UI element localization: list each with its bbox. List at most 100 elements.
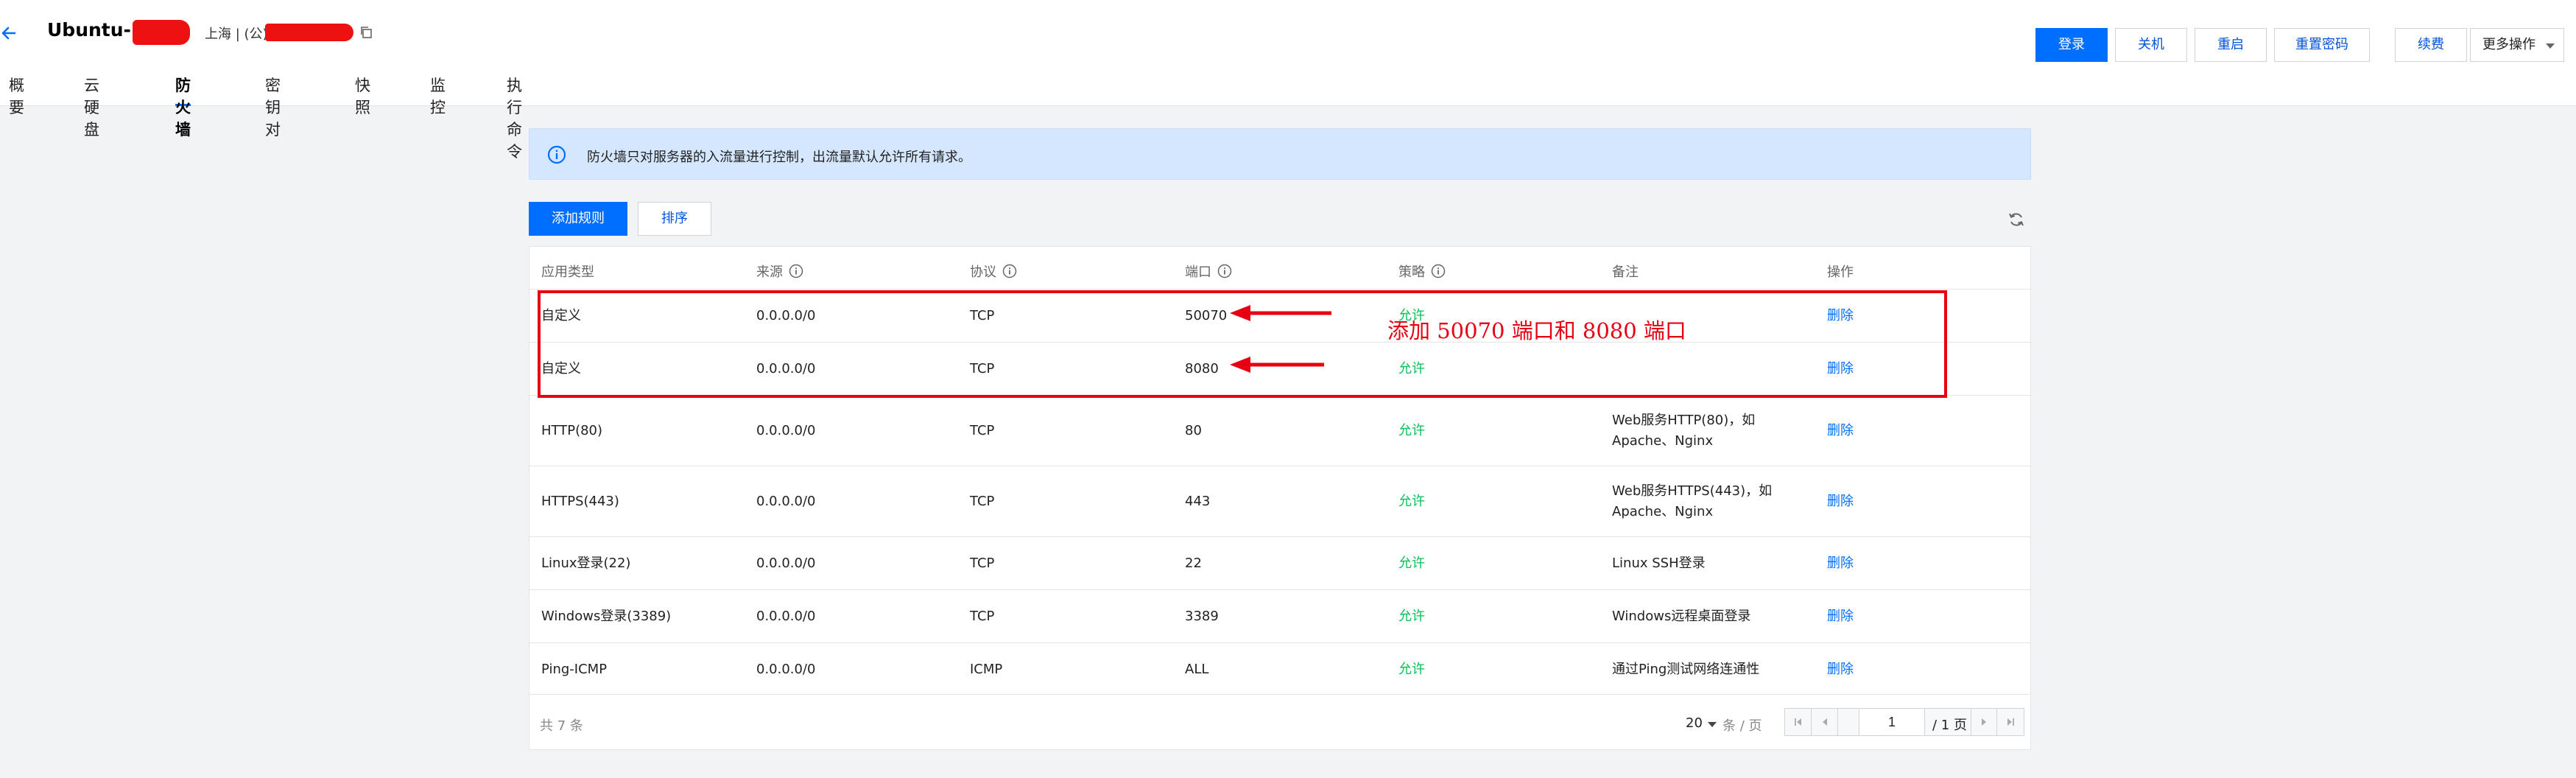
column-header-note: 备注 xyxy=(1612,264,1639,280)
cell-source: 0.0.0.0/0 xyxy=(756,556,816,571)
help-icon[interactable] xyxy=(1431,264,1446,278)
next-page-icon[interactable] xyxy=(1971,709,1997,735)
cell-source: 0.0.0.0/0 xyxy=(756,308,816,323)
chevron-down-icon xyxy=(1708,722,1717,727)
pagination: / 1 页 xyxy=(1784,708,2024,736)
help-icon[interactable] xyxy=(1002,264,1017,278)
instance-region: 上海 | (公) xyxy=(205,27,268,42)
cell-policy: 允许 xyxy=(1398,556,1425,571)
cell-source: 0.0.0.0/0 xyxy=(756,423,816,438)
renew-button[interactable]: 续费 xyxy=(2395,28,2467,62)
cell-source: 0.0.0.0/0 xyxy=(756,662,816,677)
cell-port: 80 xyxy=(1185,423,1202,438)
help-icon[interactable] xyxy=(789,264,803,278)
column-header-port: 端口 xyxy=(1185,262,1232,281)
redaction-mark xyxy=(265,24,353,41)
cell-port: 50070 xyxy=(1185,308,1228,323)
cell-protocol: ICMP xyxy=(970,662,1003,677)
cell-note: Linux SSH登录 xyxy=(1612,556,1706,571)
cell-type: Windows登录(3389) xyxy=(541,609,672,624)
table-row: HTTPS(443) 0.0.0.0/0 TCP 443 允许 Web服务HTT… xyxy=(529,466,2030,537)
reset-password-button[interactable]: 重置密码 xyxy=(2274,28,2370,62)
delete-rule-link[interactable]: 删除 xyxy=(1827,553,1854,574)
cell-type: Linux登录(22) xyxy=(541,556,631,571)
cell-protocol: TCP xyxy=(970,609,995,624)
firewall-notice: 防火墙只对服务器的入流量进行控制，出流量默认允许所有请求。 xyxy=(529,128,2031,180)
cell-policy: 允许 xyxy=(1398,662,1425,677)
cell-type: HTTP(80) xyxy=(541,423,603,438)
table-row: HTTP(80) 0.0.0.0/0 TCP 80 允许 Web服务HTTP(8… xyxy=(529,396,2030,466)
tab-cloud-disk[interactable]: 云硬盘 xyxy=(84,74,99,139)
firewall-rules-table: 应用类型 来源 协议 端口 策略 备注 操作 自定义 0.0.0.0/0 TCP… xyxy=(529,246,2031,750)
delete-rule-link[interactable]: 删除 xyxy=(1827,306,1854,326)
cell-protocol: TCP xyxy=(970,556,995,571)
tab-key-pairs[interactable]: 密钥对 xyxy=(265,74,281,139)
column-header-actions: 操作 xyxy=(1827,264,1854,280)
last-page-icon[interactable] xyxy=(1997,709,2024,735)
cell-protocol: TCP xyxy=(970,308,995,323)
prev-page-icon[interactable] xyxy=(1812,709,1838,735)
tab-monitoring[interactable]: 监控 xyxy=(430,74,446,116)
delete-rule-link[interactable]: 删除 xyxy=(1827,659,1854,680)
first-page-icon[interactable] xyxy=(1785,709,1812,735)
column-header-protocol: 协议 xyxy=(970,262,1017,281)
cell-protocol: TCP xyxy=(970,423,995,438)
cell-type: Ping-ICMP xyxy=(541,662,608,677)
help-icon[interactable] xyxy=(1217,264,1232,278)
sort-button[interactable]: 排序 xyxy=(638,202,711,236)
info-icon xyxy=(547,145,566,164)
cell-port: ALL xyxy=(1185,662,1209,677)
notice-text: 防火墙只对服务器的入流量进行控制，出流量默认允许所有请求。 xyxy=(587,150,971,165)
cell-policy: 允许 xyxy=(1398,423,1425,438)
delete-rule-link[interactable]: 删除 xyxy=(1827,606,1854,627)
column-header-type: 应用类型 xyxy=(541,264,594,280)
delete-rule-link[interactable]: 删除 xyxy=(1827,421,1854,441)
redaction-mark xyxy=(133,20,190,45)
cell-source: 0.0.0.0/0 xyxy=(756,494,816,509)
table-row: Ping-ICMP 0.0.0.0/0 ICMP ALL 允许 通过Ping测试… xyxy=(529,643,2030,695)
table-row: Linux登录(22) 0.0.0.0/0 TCP 22 允许 Linux SS… xyxy=(529,537,2030,590)
column-header-source: 来源 xyxy=(756,262,803,281)
copy-icon[interactable] xyxy=(359,26,373,39)
login-button[interactable]: 登录 xyxy=(2035,28,2108,62)
table-row: 自定义 0.0.0.0/0 TCP 8080 允许 删除 xyxy=(529,343,2030,396)
delete-rule-link[interactable]: 删除 xyxy=(1827,359,1854,379)
cell-port: 22 xyxy=(1185,556,1202,571)
cell-type: HTTPS(443) xyxy=(541,494,619,509)
table-footer: 共 7 条 20 条 / 页 / 1 页 xyxy=(529,695,2030,751)
back-arrow-icon[interactable] xyxy=(0,22,22,44)
cell-note: Windows远程桌面登录 xyxy=(1612,609,1751,624)
tab-firewall[interactable]: 防火墙 xyxy=(175,74,191,139)
chevron-down-icon xyxy=(2546,43,2555,49)
page-size-select[interactable]: 20 xyxy=(1686,715,1703,731)
restart-button[interactable]: 重启 xyxy=(2195,28,2267,62)
more-actions-dropdown[interactable]: 更多操作 xyxy=(2470,28,2564,62)
cell-protocol: TCP xyxy=(970,494,995,509)
column-header-policy: 策略 xyxy=(1398,262,1446,281)
cell-source: 0.0.0.0/0 xyxy=(756,609,816,624)
tab-snapshots[interactable]: 快照 xyxy=(355,74,370,116)
instance-title: Ubuntu- xyxy=(47,19,131,41)
cell-source: 0.0.0.0/0 xyxy=(756,361,816,376)
tab-overview[interactable]: 概要 xyxy=(9,74,24,116)
tab-run-command[interactable]: 执行命令 xyxy=(507,74,522,161)
instance-header: Ubuntu- 上海 | (公) 登录 关机 重启 重置密码 续费 更多操作 概… xyxy=(0,0,2576,161)
table-row: Windows登录(3389) 0.0.0.0/0 TCP 3389 允许 Wi… xyxy=(529,590,2030,643)
cell-port: 3389 xyxy=(1185,609,1219,624)
cell-port: 443 xyxy=(1185,494,1211,509)
cell-policy: 允许 xyxy=(1398,361,1425,376)
cell-type: 自定义 xyxy=(541,361,581,376)
shutdown-button[interactable]: 关机 xyxy=(2115,28,2187,62)
delete-rule-link[interactable]: 删除 xyxy=(1827,491,1854,512)
table-row: 自定义 0.0.0.0/0 TCP 50070 允许 删除 xyxy=(529,290,2030,343)
add-rule-button[interactable]: 添加规则 xyxy=(529,202,627,236)
table-header: 应用类型 来源 协议 端口 策略 备注 操作 xyxy=(529,247,2030,290)
cell-policy: 允许 xyxy=(1398,494,1425,509)
total-count: 共 7 条 xyxy=(540,718,583,734)
more-actions-label: 更多操作 xyxy=(2482,37,2535,52)
page-number-input[interactable] xyxy=(1859,708,1925,736)
cell-note: 通过Ping测试网络连通性 xyxy=(1612,662,1760,677)
annotation-text: 添加 50070 端口和 8080 端口 xyxy=(1387,318,1686,343)
refresh-icon[interactable] xyxy=(2007,211,2025,228)
cell-type: 自定义 xyxy=(541,308,581,323)
